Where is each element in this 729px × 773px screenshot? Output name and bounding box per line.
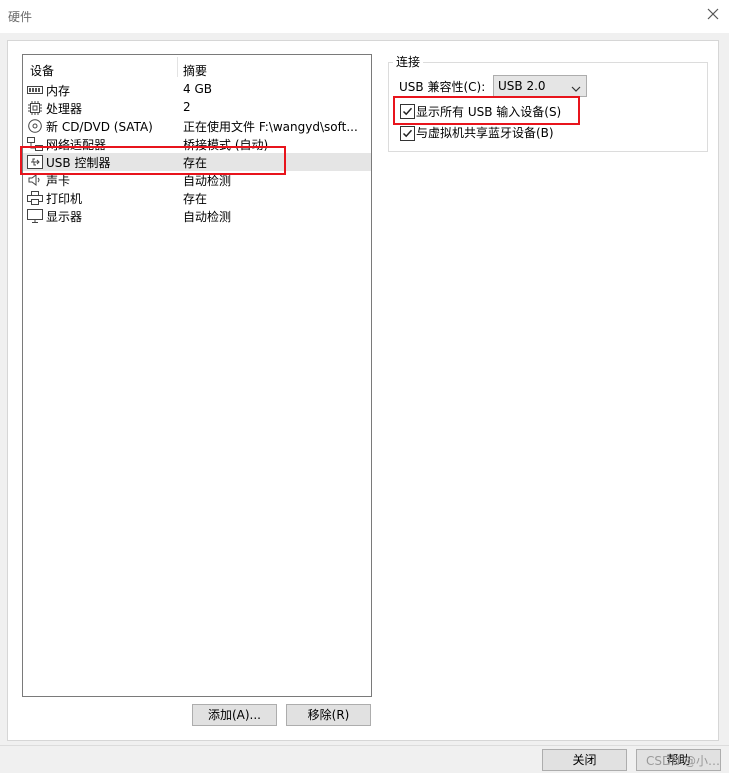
title-bar: 硬件 bbox=[0, 0, 729, 33]
usb-row-highlight-box bbox=[20, 146, 286, 175]
device-summary: 2 bbox=[183, 100, 191, 114]
device-row-display[interactable]: 显示器 自动检测 bbox=[23, 207, 371, 225]
window-title: 硬件 bbox=[8, 10, 33, 24]
device-row-memory[interactable]: 内存 4 GB bbox=[23, 81, 371, 99]
device-summary: 存在 bbox=[183, 192, 208, 206]
usb-compatibility-select[interactable]: USB 2.0 bbox=[493, 75, 587, 97]
memory-icon bbox=[27, 83, 43, 97]
add-device-button[interactable]: 添加(A)... bbox=[192, 704, 277, 726]
device-name: 内存 bbox=[46, 84, 71, 98]
close-icon[interactable] bbox=[705, 6, 721, 22]
chevron-down-icon bbox=[571, 82, 581, 92]
device-summary: 正在使用文件 F:\wangyd\soft... bbox=[183, 120, 358, 134]
usb-compatibility-label: USB 兼容性(C): bbox=[399, 80, 486, 94]
cd-dvd-icon bbox=[27, 119, 43, 133]
device-name: 打印机 bbox=[46, 192, 83, 206]
cpu-icon bbox=[27, 101, 43, 115]
device-row-printer[interactable]: 打印机 存在 bbox=[23, 189, 371, 207]
column-divider[interactable] bbox=[177, 57, 178, 77]
device-summary: 4 GB bbox=[183, 82, 212, 96]
share-bluetooth-checkbox[interactable] bbox=[400, 126, 415, 141]
printer-icon bbox=[27, 191, 43, 205]
remove-device-button[interactable]: 移除(R) bbox=[286, 704, 371, 726]
device-row-cd-dvd[interactable]: 新 CD/DVD (SATA) 正在使用文件 F:\wangyd\soft... bbox=[23, 117, 371, 135]
display-icon bbox=[27, 209, 43, 223]
device-summary: 自动检测 bbox=[183, 210, 232, 224]
footer-divider bbox=[0, 745, 729, 746]
connection-group-label: 连接 bbox=[393, 53, 424, 70]
device-row-processor[interactable]: 处理器 2 bbox=[23, 99, 371, 117]
checkmark-icon bbox=[402, 129, 413, 138]
device-list-header: 设备 摘要 bbox=[23, 55, 371, 81]
usb-compatibility-value: USB 2.0 bbox=[498, 79, 546, 93]
device-name: 新 CD/DVD (SATA) bbox=[46, 120, 153, 134]
watermark: CSDN @小… bbox=[646, 754, 721, 768]
close-button[interactable]: 关闭 bbox=[542, 749, 627, 771]
column-header-summary[interactable]: 摘要 bbox=[183, 62, 207, 79]
share-bluetooth-label[interactable]: 与虚拟机共享蓝牙设备(B) bbox=[416, 124, 554, 141]
column-header-device[interactable]: 设备 bbox=[30, 62, 54, 79]
show-all-usb-highlight-box bbox=[393, 96, 580, 125]
device-name: 显示器 bbox=[46, 210, 83, 224]
device-name: 处理器 bbox=[46, 102, 83, 116]
sound-card-icon bbox=[27, 173, 43, 187]
